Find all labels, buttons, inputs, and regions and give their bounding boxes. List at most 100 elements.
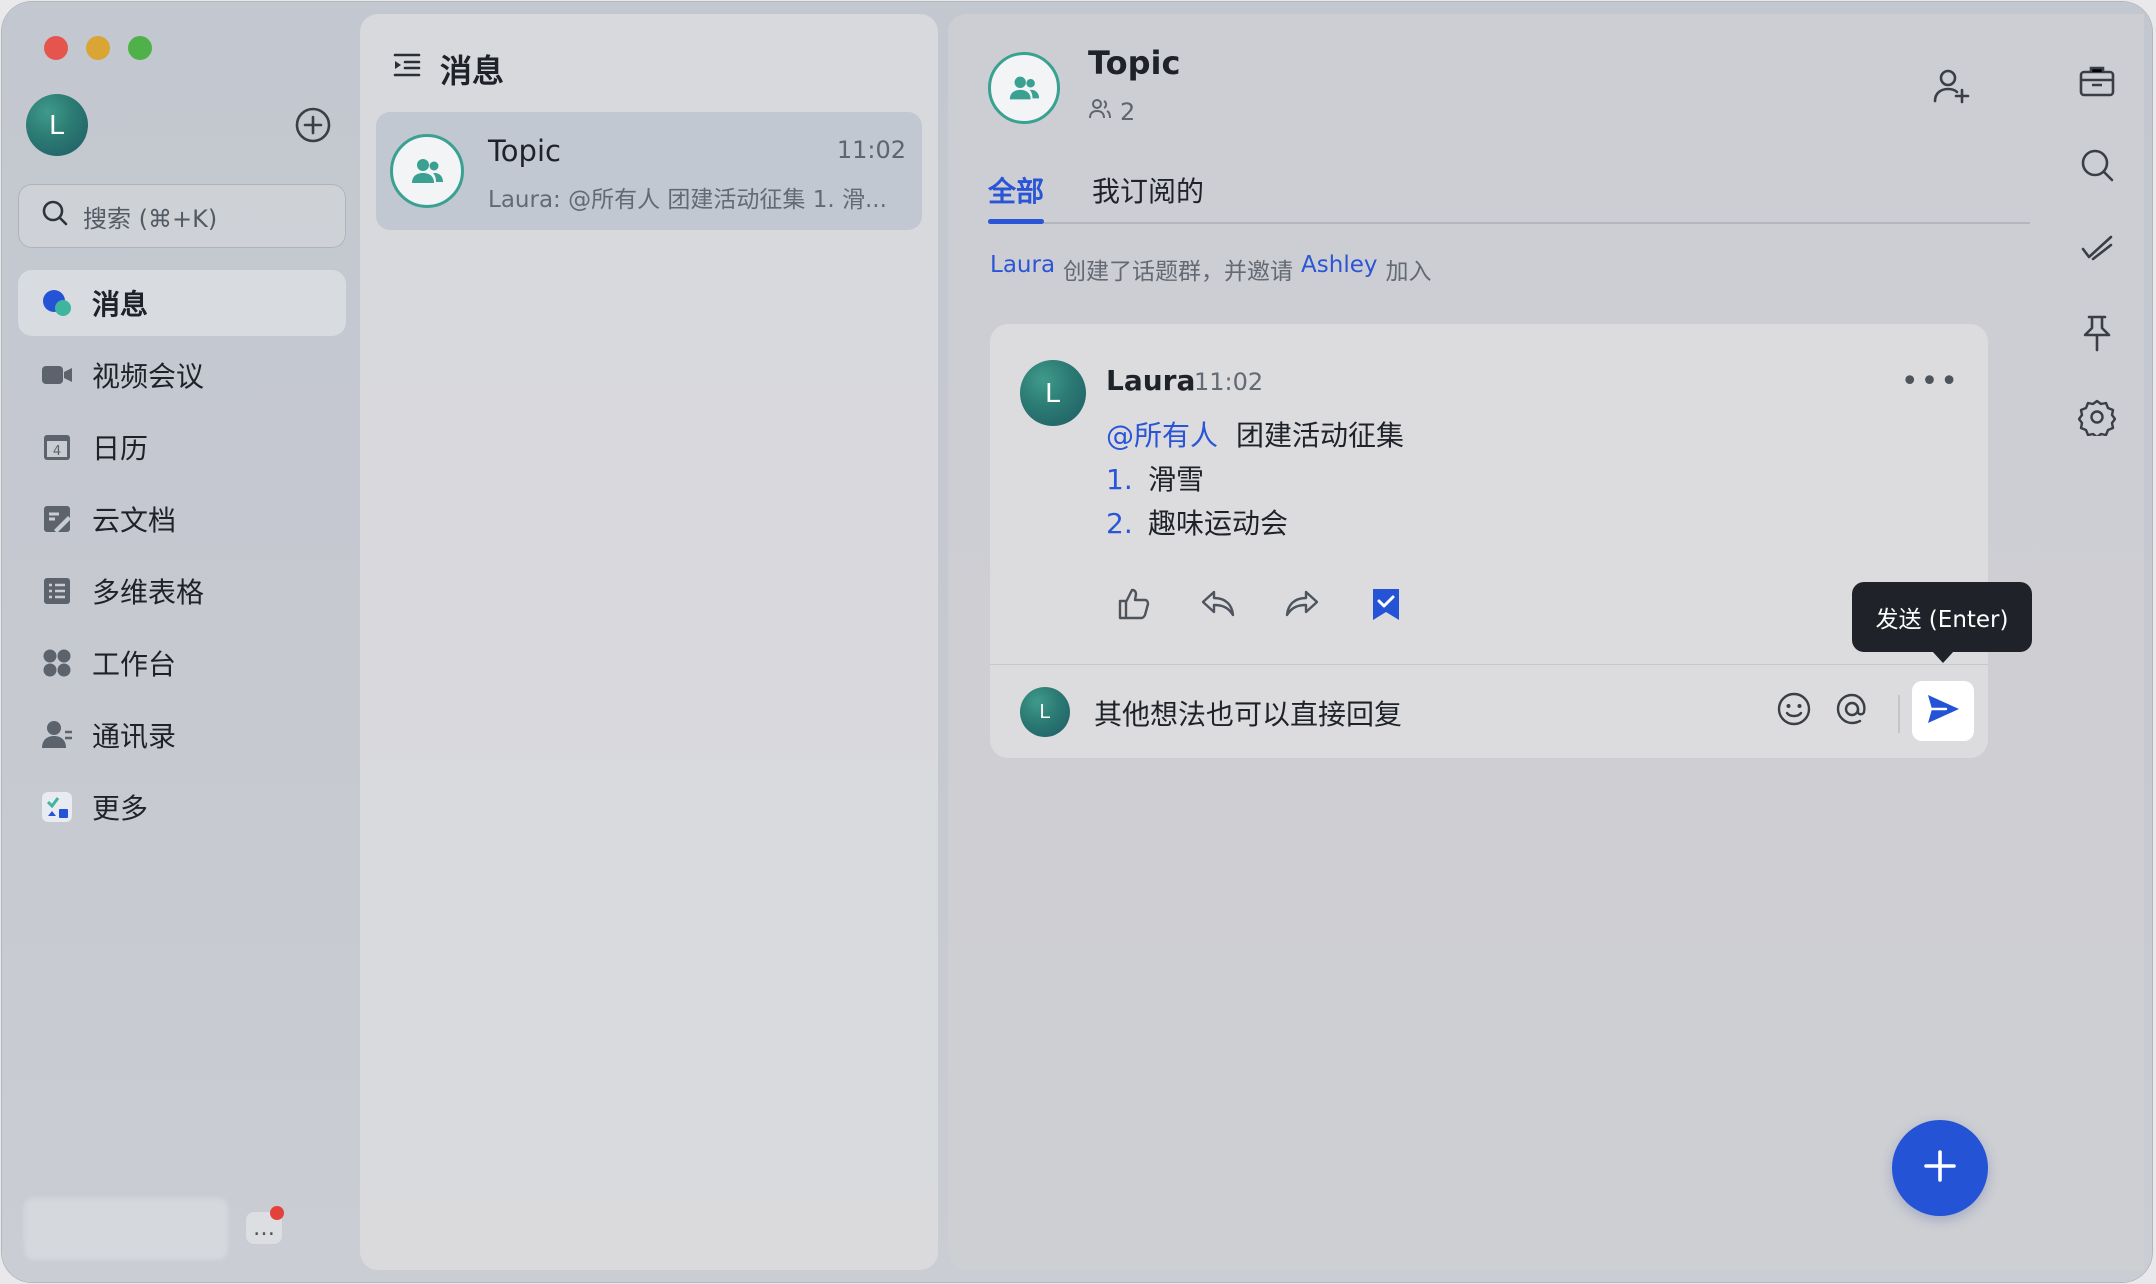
reply-avatar: L [1020,687,1070,737]
message-title: 团建活动征集 [1236,419,1405,452]
pin-icon[interactable] [2078,314,2116,352]
chat-title: Topic [1088,44,1181,82]
list-text: 趣味运动会 [1148,507,1289,540]
workplace-icon [40,646,74,680]
chat-panel: Topic 2 全部 我订阅的 Laura 创建了话题群，并邀请 Ashley … [948,14,2144,1270]
forward-icon[interactable] [1284,586,1320,622]
list-text: 滑雪 [1148,463,1205,496]
blurred-status-bar [24,1198,228,1260]
minimize-window-button[interactable] [86,36,110,60]
tab-all[interactable]: 全部 [988,154,1045,224]
base-icon [40,574,74,608]
mention-icon[interactable] [1834,691,1870,731]
tab-subscribed[interactable]: 我订阅的 [1092,154,1204,222]
member-count-value: 2 [1120,98,1136,126]
list-item: 2. 趣味运动会 [1106,502,1404,546]
sidebar-item-more[interactable]: 更多 [18,774,346,840]
sidebar-nav: 消息 视频会议 4 日历 云文档 多维表格 工作台 通讯录 更多 [18,270,346,846]
system-text: 创建了话题群，并邀请 [1063,259,1294,285]
divider [1898,695,1900,733]
sidebar-item-label: 日历 [92,432,149,465]
collapse-sidebar-icon[interactable] [392,50,422,88]
send-button[interactable] [1912,681,1974,741]
reply-icon[interactable] [1200,586,1236,622]
conversation-list-panel: 消息 Topic 11:02 Laura: @所有人 团建活动征集 1. 滑..… [360,14,938,1270]
sidebar-item-base[interactable]: 多维表格 [18,558,346,624]
calendar-icon: 4 [40,430,74,464]
conversation-time: 11:02 [836,136,906,164]
calendar-day-number: 4 [53,444,61,459]
sidebar-item-docs[interactable]: 云文档 [18,486,346,552]
message-icon [40,286,74,320]
close-window-button[interactable] [44,36,68,60]
new-topic-button[interactable] [1892,1120,1988,1216]
conversation-item-topic[interactable]: Topic 11:02 Laura: @所有人 团建活动征集 1. 滑... [376,112,922,230]
list-header: 消息 [392,46,504,92]
message-heading: @所有人 团建活动征集 [1106,414,1404,458]
more-dots-icon: … [253,1215,275,1241]
sender-name[interactable]: Laura [1106,364,1195,397]
sidebar-item-label: 工作台 [92,648,177,681]
member-count[interactable]: 2 [1088,98,1135,126]
conversation-preview: Laura: @所有人 团建活动征集 1. 滑... [488,187,887,213]
emoji-icon[interactable] [1776,691,1812,731]
reply-bar: L 其他想法也可以直接回复 [990,664,1988,758]
search-placeholder: 搜索 (⌘+K) [83,204,218,233]
list-number: 2. [1106,507,1133,540]
conversation-title: Topic [488,134,561,168]
chat-group-avatar-icon[interactable] [988,52,1060,124]
system-actor-link[interactable]: Laura [990,252,1055,286]
reply-tools [1776,691,1870,731]
sidebar-item-calendar[interactable]: 4 日历 [18,414,346,480]
sidebar-item-contacts[interactable]: 通讯录 [18,702,346,768]
sidebar-item-messages[interactable]: 消息 [18,270,346,336]
sidebar-item-label: 云文档 [92,504,177,537]
right-rail [2078,62,2116,436]
thumbs-up-icon[interactable] [1116,586,1152,622]
message-body: @所有人 团建活动征集 1. 滑雪 2. 趣味运动会 [1106,414,1404,546]
sidebar-item-video-meeting[interactable]: 视频会议 [18,342,346,408]
members-icon [1088,98,1112,126]
contacts-icon [40,718,74,752]
message-card: L Laura 11:02 ••• @所有人 团建活动征集 1. 滑雪 2. 趣… [990,324,1988,758]
search-chat-icon[interactable] [2078,146,2116,184]
list-number: 1. [1106,463,1133,496]
docs-icon [40,502,74,536]
sidebar-item-label: 消息 [92,288,149,321]
add-member-icon[interactable] [1932,66,1972,110]
system-target-link[interactable]: Ashley [1301,252,1377,286]
group-avatar-icon [390,134,464,208]
sender-avatar[interactable]: L [1020,360,1086,426]
sidebar-item-label: 通讯录 [92,720,177,753]
system-message: Laura 创建了话题群，并邀请 Ashley 加入 [990,252,1432,286]
sidebar-item-label: 视频会议 [92,360,205,393]
settings-gear-icon[interactable] [2078,398,2116,436]
create-plus-icon[interactable] [294,106,332,144]
window-controls [44,36,152,60]
user-avatar[interactable]: L [26,94,88,156]
plus-icon [1920,1146,1960,1190]
reply-input[interactable]: 其他想法也可以直接回复 [1094,693,1402,733]
send-icon [1925,692,1961,730]
send-tooltip: 发送 (Enter) [1852,582,2032,663]
more-apps-icon [40,790,74,824]
zoom-window-button[interactable] [128,36,152,60]
task-check-icon[interactable] [2078,230,2116,268]
notification-dot [270,1206,284,1220]
search-icon [41,199,69,233]
sidebar: L 搜索 (⌘+K) 消息 视频会议 4 日历 云文档 多维表格 工作台 通讯录… [2,2,358,1282]
sidebar-item-label: 多维表格 [92,576,205,609]
message-time: 11:02 [1194,368,1264,396]
chat-tabs: 全部 我订阅的 [988,154,2030,224]
briefcase-icon[interactable] [2078,62,2116,100]
list-item: 1. 滑雪 [1106,458,1404,502]
bookmark-check-icon[interactable] [1368,586,1404,622]
mention-all[interactable]: @所有人 [1106,414,1218,458]
sidebar-item-workplace[interactable]: 工作台 [18,630,346,696]
search-box[interactable]: 搜索 (⌘+K) [18,184,346,248]
video-icon [40,358,74,392]
sidebar-item-label: 更多 [92,792,149,825]
list-title: 消息 [440,52,505,90]
system-text-end: 加入 [1385,259,1432,285]
message-more-icon[interactable]: ••• [1901,364,1960,399]
